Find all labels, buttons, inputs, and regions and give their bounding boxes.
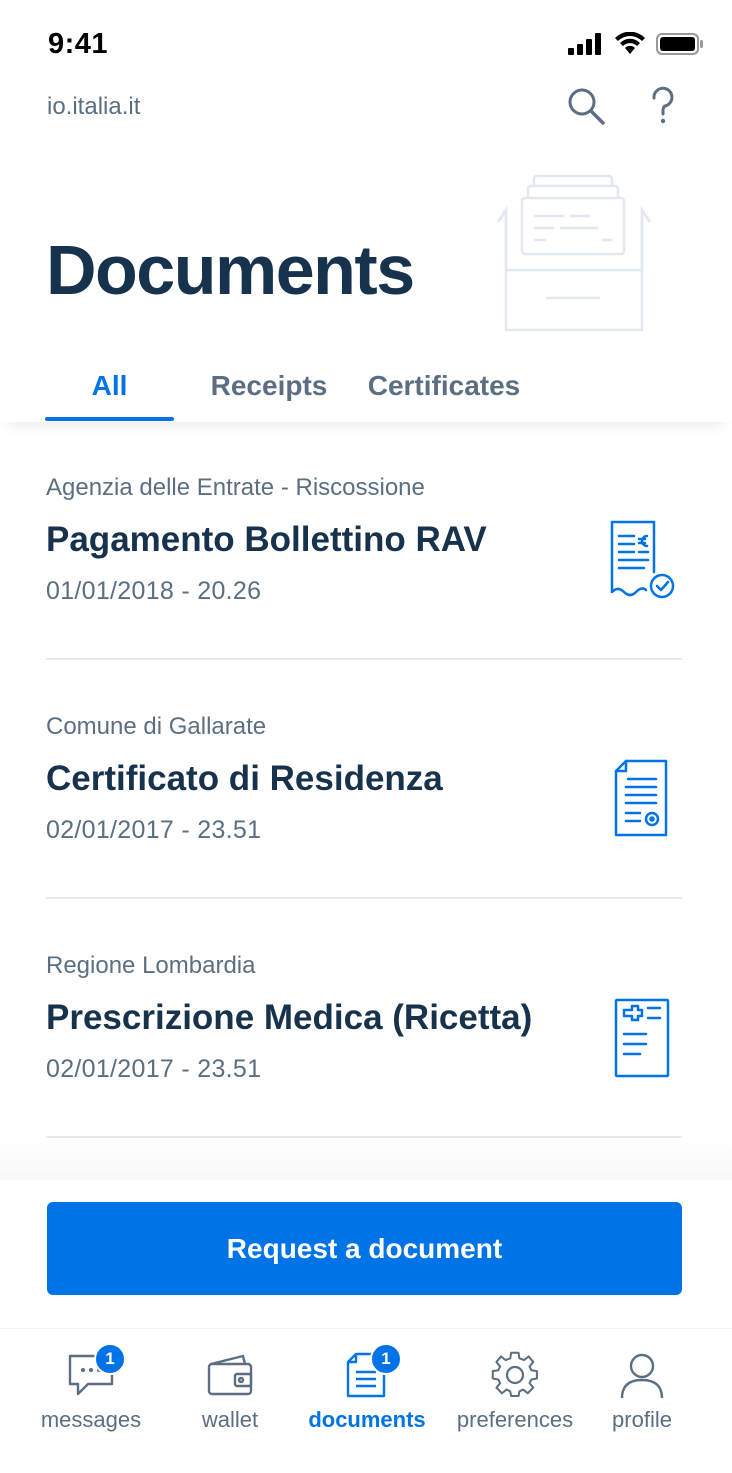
document-title: Pagamento Bollettino RAV (46, 520, 487, 559)
nav-item-messages[interactable]: 1 messages (32, 1329, 150, 1439)
status-time: 9:41 (48, 28, 109, 60)
nav-icon-wrap (488, 1349, 542, 1401)
list-fade (0, 1140, 732, 1180)
document-date: 01/01/2018 - 20.26 (46, 577, 262, 605)
wifi-icon (615, 32, 645, 54)
search-icon (568, 88, 605, 125)
tab-all[interactable]: All (45, 350, 174, 422)
notification-badge: 1 (370, 1343, 402, 1375)
document-title: Certificato di Residenza (46, 759, 443, 798)
user-icon (620, 1353, 664, 1399)
nav-label: wallet (201, 1407, 259, 1432)
battery-icon (656, 33, 703, 55)
medical-prescription-icon (614, 998, 670, 1078)
nav-icon-wrap: 1 (340, 1343, 402, 1401)
active-tab-indicator (45, 417, 174, 421)
divider (46, 1136, 682, 1138)
divider (46, 897, 682, 899)
document-title: Prescrizione Medica (Ricetta) (46, 998, 533, 1037)
receipt-check-icon (610, 520, 675, 599)
wallet-icon (207, 1354, 253, 1396)
nav-item-wallet[interactable]: wallet (170, 1329, 290, 1439)
tab-receipts[interactable]: Receipts (198, 350, 340, 422)
cellular-signal-icon (568, 33, 601, 55)
question-mark-icon (652, 86, 674, 124)
nav-item-profile[interactable]: profile (590, 1329, 694, 1439)
status-icons (568, 32, 704, 56)
page-title: Documents (46, 231, 415, 309)
list-item[interactable]: Regione Lombardia Prescrizione Medica (R… (46, 900, 682, 1138)
document-source: Agenzia delle Entrate - Riscossione (46, 474, 425, 501)
request-document-button[interactable]: Request a document (47, 1202, 682, 1295)
search-button[interactable] (564, 84, 608, 128)
notification-badge: 1 (94, 1343, 126, 1375)
document-archive-icon (496, 174, 652, 332)
document-tabs: All Receipts Certificates (0, 350, 732, 422)
document-source: Regione Lombardia (46, 952, 256, 979)
nav-label: documents (308, 1407, 426, 1432)
document-date: 02/01/2017 - 23.51 (46, 1055, 262, 1083)
nav-icon-wrap (615, 1349, 669, 1401)
tab-certificates[interactable]: Certificates (360, 350, 528, 422)
status-bar: 9:41 (0, 0, 732, 90)
nav-icon-wrap: 1 (64, 1343, 126, 1401)
site-url: io.italia.it (47, 93, 141, 120)
bottom-navigation: 1 messages wallet 1 documents preference… (0, 1328, 732, 1473)
nav-item-documents[interactable]: 1 documents (300, 1329, 434, 1439)
list-item[interactable]: Comune di Gallarate Certificato di Resid… (46, 661, 682, 899)
gear-icon (491, 1351, 538, 1398)
certificate-icon (614, 759, 668, 837)
divider (46, 658, 682, 660)
nav-icon-wrap (203, 1349, 257, 1401)
nav-label: profile (612, 1407, 672, 1432)
list-item[interactable]: Agenzia delle Entrate - Riscossione Paga… (46, 422, 682, 660)
document-source: Comune di Gallarate (46, 713, 267, 740)
app-header: io.italia.it (0, 80, 732, 140)
nav-item-preferences[interactable]: preferences (450, 1329, 580, 1439)
document-date: 02/01/2017 - 23.51 (46, 816, 262, 844)
help-button[interactable] (641, 84, 685, 128)
nav-label: messages (40, 1407, 142, 1432)
nav-label: preferences (456, 1407, 574, 1432)
